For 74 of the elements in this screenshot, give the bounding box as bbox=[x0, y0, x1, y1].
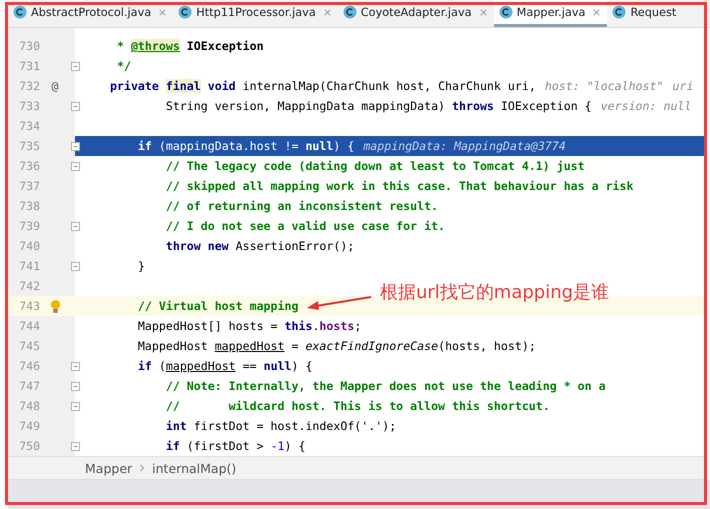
code-line: // skipped all mapping work in this case. That behaviour has a risk bbox=[164, 179, 634, 193]
code-line: // wildcard host. This is to allow this shortcut. bbox=[164, 399, 550, 413]
fold-marker-icon[interactable] bbox=[71, 362, 80, 370]
close-icon[interactable] bbox=[158, 8, 168, 16]
line-number: 744 bbox=[18, 319, 40, 333]
fold-marker-icon[interactable] bbox=[71, 62, 80, 70]
inline-hint: mappingData: MappingData@3774 bbox=[363, 139, 566, 153]
code-line: if (mappingData.host != null) { bbox=[136, 139, 354, 153]
code-line: MappedHost mappedHost = exactFindIgnoreCase(hosts, host); bbox=[136, 339, 536, 353]
code-line: private final void internalMap(CharChunk host, CharChunk uri, bbox=[110, 79, 536, 93]
line-number: 733 bbox=[18, 99, 40, 113]
file-tab[interactable]: CoyoteAdapter.java bbox=[338, 0, 494, 27]
code-line: if (firstDot > -1) { bbox=[164, 439, 306, 453]
line-number: 741 bbox=[18, 259, 40, 273]
class-icon bbox=[342, 5, 357, 19]
override-marker[interactable]: @ bbox=[52, 79, 58, 93]
line-number: 750 bbox=[18, 439, 40, 453]
fold-marker-icon[interactable] bbox=[71, 262, 80, 270]
code-line: int firstDot = host.indexOf('.'); bbox=[164, 419, 396, 433]
line-number: 738 bbox=[18, 199, 40, 213]
line-number: 743 bbox=[18, 299, 40, 313]
file-tab[interactable]: Request bbox=[607, 0, 682, 27]
inline-hint: uri bbox=[672, 79, 694, 93]
class-icon bbox=[498, 5, 513, 19]
code-line: MappedHost[] hosts = this.hosts; bbox=[136, 319, 362, 333]
inline-hint: host: "localhost" bbox=[544, 79, 664, 93]
line-number: 740 bbox=[18, 239, 40, 253]
code-line: if (mappedHost == null) { bbox=[136, 359, 312, 373]
line-number: 735 bbox=[18, 139, 40, 153]
code-line: // The legacy code (dating down at least to Tomcat 4.1) just bbox=[164, 159, 585, 173]
fold-marker-icon[interactable] bbox=[71, 222, 80, 230]
fold-marker-icon[interactable] bbox=[71, 102, 80, 110]
file-tab[interactable]: Http11Processor.java bbox=[173, 0, 338, 27]
code-line: // Note: Internally, the Mapper does not use the leading * on a bbox=[164, 379, 606, 393]
breadcrumb-item[interactable]: internalMap() bbox=[152, 460, 236, 476]
line-number: 742 bbox=[18, 279, 40, 293]
lightbulb-icon[interactable] bbox=[50, 298, 60, 314]
chevron-icon bbox=[139, 463, 146, 473]
line-number: 747 bbox=[18, 379, 40, 393]
line-number: 739 bbox=[18, 219, 40, 233]
line-number: 736 bbox=[18, 159, 40, 173]
line-number: 746 bbox=[18, 359, 40, 373]
line-number: 731 bbox=[18, 59, 40, 73]
line-number: 745 bbox=[18, 339, 40, 353]
line-number: 730 bbox=[18, 39, 40, 53]
code-line: * @throws IOException bbox=[116, 39, 264, 53]
close-icon[interactable] bbox=[478, 8, 488, 16]
fold-marker-icon[interactable] bbox=[71, 382, 80, 390]
code-line: String version, MappingData mappingData) throws IOException { bbox=[164, 99, 592, 113]
line-number: 749 bbox=[18, 419, 40, 433]
code-line: // I do not see a valid use case for it. bbox=[164, 219, 446, 233]
breadcrumb-item[interactable]: Mapper bbox=[85, 460, 132, 476]
fold-marker-icon[interactable] bbox=[71, 142, 80, 150]
fold-marker-icon[interactable] bbox=[71, 162, 80, 170]
code-line: } bbox=[136, 259, 145, 273]
code-line: */ bbox=[116, 59, 131, 73]
line-number: 748 bbox=[18, 399, 40, 413]
annotation-arrow bbox=[306, 295, 372, 311]
line-number: 732 bbox=[18, 79, 40, 93]
line-number: 737 bbox=[18, 179, 40, 193]
code-line: // Virtual host mapping bbox=[136, 299, 298, 313]
code-line: throw new AssertionError(); bbox=[164, 239, 354, 253]
close-icon[interactable] bbox=[322, 8, 332, 16]
close-icon[interactable] bbox=[592, 8, 602, 16]
class-icon bbox=[612, 5, 626, 19]
file-tab[interactable]: AbstractProtocol.java bbox=[8, 0, 174, 27]
inline-hint: version: null bbox=[600, 99, 692, 113]
fold-marker-icon[interactable] bbox=[71, 442, 80, 450]
class-icon bbox=[178, 5, 192, 19]
fold-marker-icon[interactable] bbox=[71, 402, 80, 410]
line-number: 734 bbox=[18, 119, 40, 133]
annotation-text: 根据url找它的mapping是谁 bbox=[380, 281, 610, 304]
class-icon bbox=[13, 5, 27, 19]
code-line: // of returning an inconsistent result. bbox=[164, 199, 438, 213]
